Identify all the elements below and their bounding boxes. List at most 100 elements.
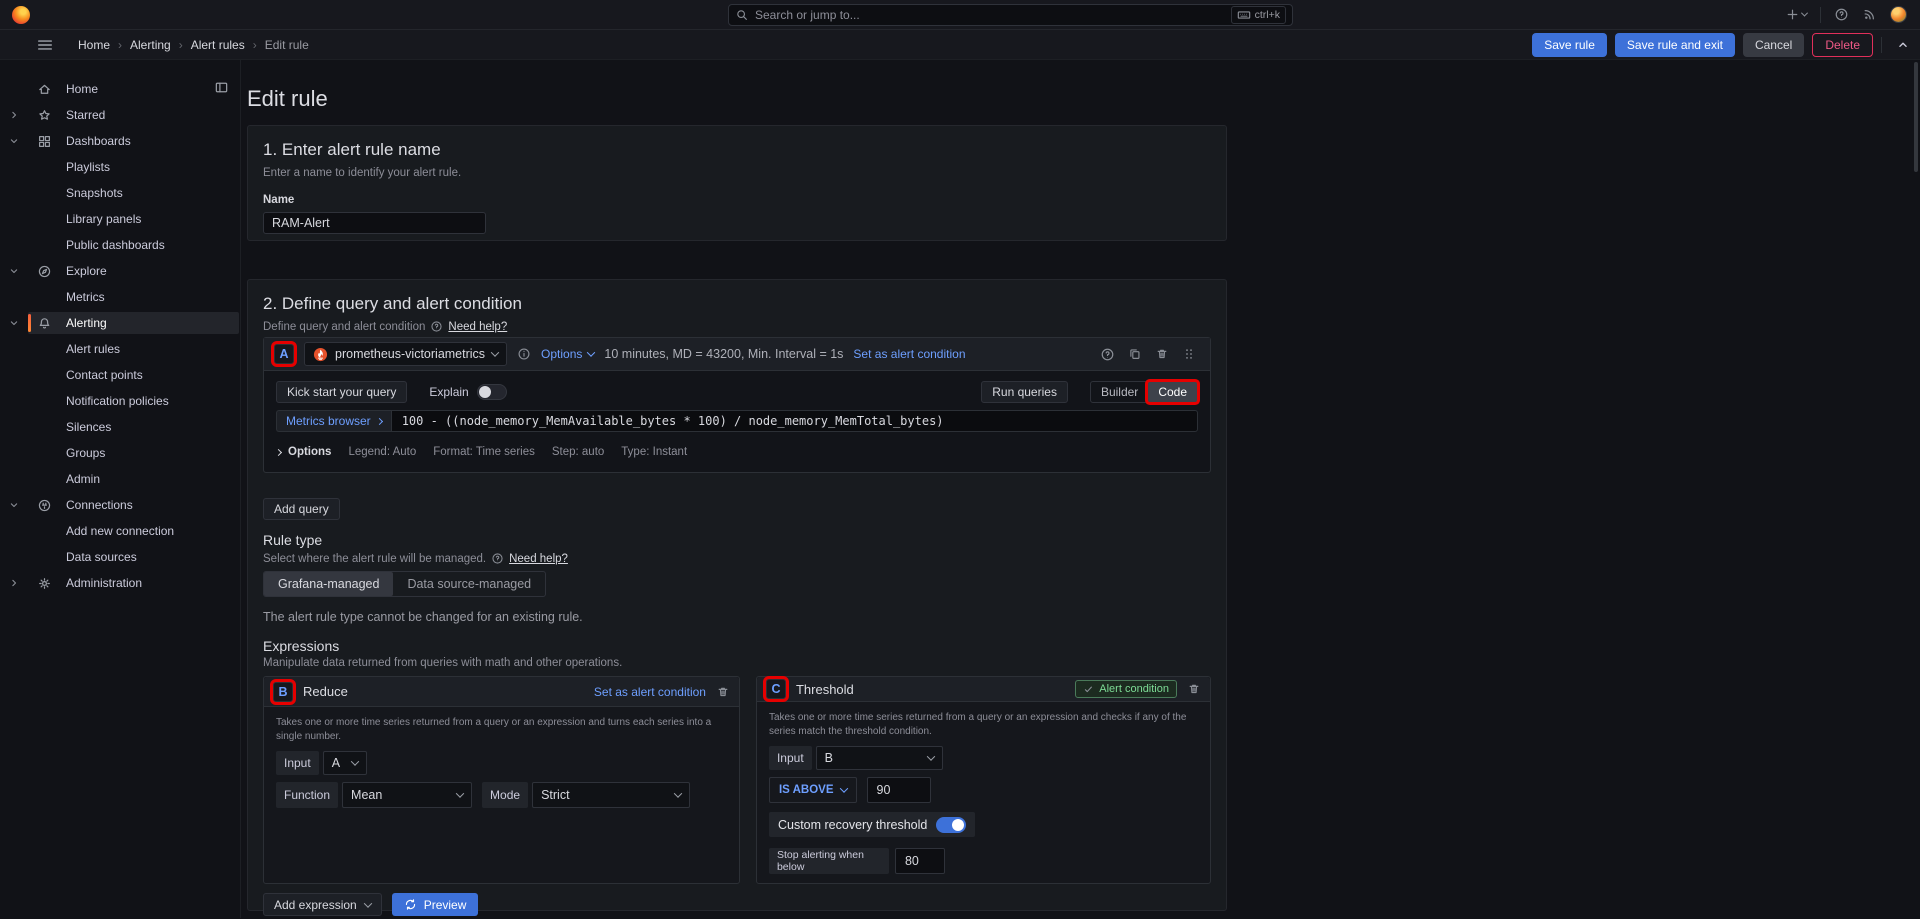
promql-expression-input[interactable]: 100 - ((node_memory_MemAvailable_bytes *… (391, 410, 1198, 432)
breadcrumb-alert-rules[interactable]: Alert rules (191, 38, 245, 52)
query-options-toggle[interactable]: Options (541, 347, 594, 361)
search-icon (735, 8, 749, 22)
breadcrumb-edit-rule: Edit rule (265, 38, 309, 52)
threshold-value-input[interactable]: 90 (867, 777, 931, 803)
dock-sidebar-icon[interactable] (214, 80, 229, 98)
sidebar-item-contact-points[interactable]: Contact points (0, 362, 240, 388)
chevron-down-icon[interactable] (0, 499, 28, 511)
remove-query-icon[interactable] (1155, 347, 1169, 361)
breadcrumb-home[interactable]: Home (78, 38, 110, 52)
reduce-set-alert-condition-link[interactable]: Set as alert condition (594, 685, 706, 699)
topbar-right-icons (1785, 6, 1920, 23)
sidebar-item-playlists[interactable]: Playlists (0, 154, 240, 180)
plug-icon (36, 498, 52, 513)
refresh-icon (404, 898, 417, 911)
sidebar-item-metrics[interactable]: Metrics (0, 284, 240, 310)
reduce-function-select[interactable]: Mean (342, 782, 472, 808)
sidebar-item-administration[interactable]: Administration (0, 570, 240, 596)
sidebar-item-alerting[interactable]: Alerting (0, 310, 240, 336)
sidebar-item-add-new-connection[interactable]: Add new connection (0, 518, 240, 544)
reduce-input-select[interactable]: A (323, 751, 367, 775)
chevron-up-icon[interactable] (1896, 38, 1910, 52)
query-options-expand[interactable]: Options (276, 446, 331, 458)
sidebar-item-groups[interactable]: Groups (0, 440, 240, 466)
threshold-ref-badge[interactable]: C (766, 679, 786, 699)
set-alert-condition-link[interactable]: Set as alert condition (853, 347, 965, 361)
expressions-title: Expressions (263, 638, 1211, 654)
explain-toggle[interactable] (477, 384, 507, 400)
sidebar-item-admin[interactable]: Admin (0, 466, 240, 492)
code-tab[interactable]: Code (1148, 382, 1197, 402)
need-help-link[interactable]: Need help? (448, 321, 507, 333)
threshold-input-select[interactable]: B (816, 746, 943, 770)
duplicate-query-icon[interactable] (1128, 347, 1142, 361)
search-input[interactable]: Search or jump to... ctrl+k (728, 4, 1293, 26)
step2-subtitle: Define query and alert condition (263, 321, 425, 333)
rule-name-input[interactable]: RAM-Alert (263, 212, 486, 234)
chevron-down-icon[interactable] (0, 317, 28, 329)
reduce-mode-select[interactable]: Strict (532, 782, 690, 808)
rule-type-need-help-link[interactable]: Need help? (509, 553, 568, 565)
rule-type-radio-group: Grafana-managed Data source-managed (263, 571, 546, 597)
delete-button[interactable]: Delete (1812, 33, 1873, 57)
chevron-down-icon[interactable] (0, 135, 28, 147)
builder-tab[interactable]: Builder (1091, 382, 1148, 402)
data-source-managed-option[interactable]: Data source-managed (393, 572, 545, 596)
reduce-expression-panel: B Reduce Set as alert condition Takes on… (263, 676, 740, 884)
save-rule-button[interactable]: Save rule (1532, 33, 1607, 57)
sidebar-item-home[interactable]: Home (0, 76, 240, 102)
preview-button[interactable]: Preview (392, 893, 479, 916)
add-query-button[interactable]: Add query (263, 498, 340, 520)
sidebar-item-public-dashboards[interactable]: Public dashboards (0, 232, 240, 258)
query-panel: A prometheus-victoriametrics Options (263, 337, 1211, 473)
help-icon[interactable] (1834, 7, 1849, 22)
sidebar-item-dashboards[interactable]: Dashboards (0, 128, 240, 154)
remove-reduce-icon[interactable] (716, 685, 730, 699)
drag-grip-icon[interactable] (1182, 347, 1196, 361)
metrics-browser-button[interactable]: Metrics browser (276, 410, 391, 432)
add-expression-button[interactable]: Add expression (263, 893, 382, 916)
kick-start-button[interactable]: Kick start your query (276, 381, 407, 403)
datasource-picker[interactable]: prometheus-victoriametrics (304, 342, 507, 366)
expressions-subtitle: Manipulate data returned from queries wi… (263, 657, 1211, 669)
sidebar-item-alert-rules[interactable]: Alert rules (0, 336, 240, 362)
run-queries-button[interactable]: Run queries (981, 381, 1068, 403)
stop-alerting-input[interactable]: 80 (895, 848, 945, 874)
sidebar-item-snapshots[interactable]: Snapshots (0, 180, 240, 206)
save-rule-and-exit-button[interactable]: Save rule and exit (1615, 33, 1735, 57)
chevron-right-icon[interactable] (0, 577, 28, 589)
menu-toggle-icon[interactable] (36, 36, 54, 54)
sidebar-item-library-panels[interactable]: Library panels (0, 206, 240, 232)
query-ref-badge[interactable]: A (274, 344, 294, 364)
sidebar-item-explore[interactable]: Explore (0, 258, 240, 284)
check-icon (1083, 684, 1094, 695)
query-options-summary: 10 minutes, MD = 43200, Min. Interval = … (604, 347, 843, 361)
breadcrumb-separator: › (118, 38, 122, 52)
sidebar-item-starred[interactable]: Starred (0, 102, 240, 128)
step1-title: 1. Enter alert rule name (263, 140, 1211, 160)
reduce-title: Reduce (303, 684, 348, 699)
custom-recovery-toggle[interactable] (936, 817, 966, 833)
grafana-managed-option[interactable]: Grafana-managed (264, 572, 393, 596)
grafana-logo-icon[interactable] (12, 6, 30, 24)
chevron-right-icon[interactable] (0, 109, 28, 121)
breadcrumb-alerting[interactable]: Alerting (130, 38, 171, 52)
remove-threshold-icon[interactable] (1187, 682, 1201, 696)
threshold-condition-select[interactable]: IS ABOVE (769, 777, 857, 803)
profile-avatar[interactable] (1890, 6, 1907, 23)
explain-toggle-field: Explain (429, 384, 506, 400)
sidebar-item-data-sources[interactable]: Data sources (0, 544, 240, 570)
news-icon[interactable] (1862, 7, 1877, 22)
page-scrollbar[interactable] (1914, 62, 1918, 172)
sidebar-item-silences[interactable]: Silences (0, 414, 240, 440)
query-help-icon[interactable] (1100, 347, 1115, 362)
cancel-button[interactable]: Cancel (1743, 33, 1804, 57)
reduce-ref-badge[interactable]: B (273, 682, 293, 702)
breadcrumb-separator: › (179, 38, 183, 52)
page-title: Edit rule (247, 86, 1227, 112)
step-option: Step: auto (552, 446, 604, 458)
sidebar-item-connections[interactable]: Connections (0, 492, 240, 518)
new-menu-button[interactable] (1785, 7, 1807, 22)
chevron-down-icon[interactable] (0, 265, 28, 277)
sidebar-item-notification-policies[interactable]: Notification policies (0, 388, 240, 414)
